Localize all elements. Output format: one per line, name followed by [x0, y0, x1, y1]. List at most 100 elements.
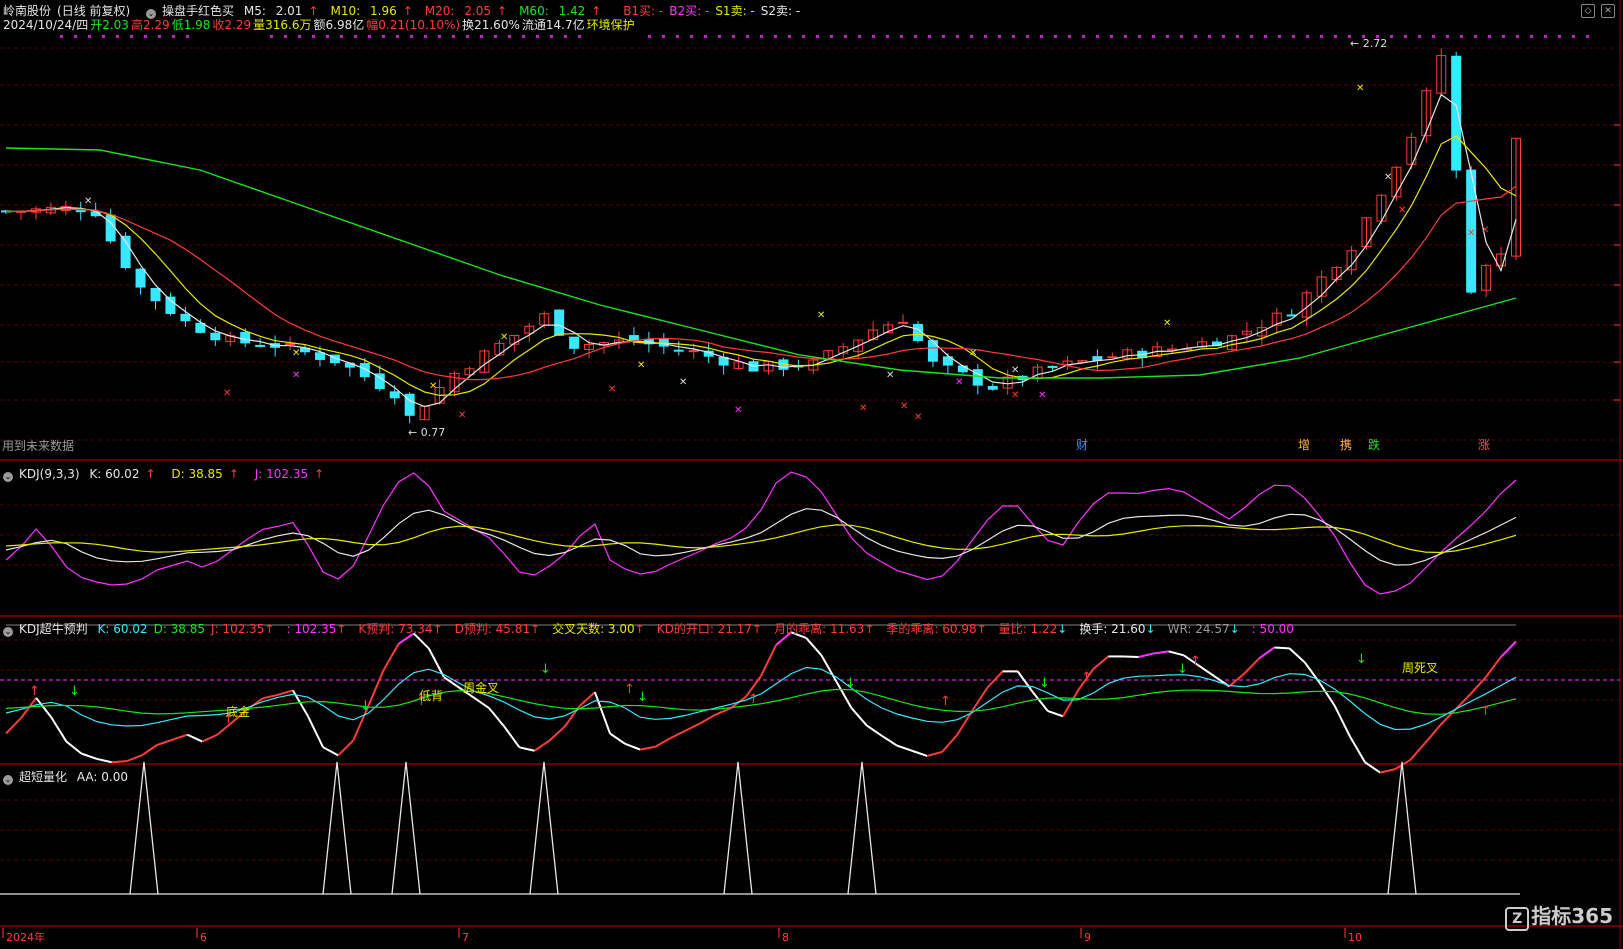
event-label-0: 财 [1076, 438, 1088, 452]
collapse-icon[interactable]: ⌄ [3, 627, 13, 637]
future-data-note: 用到未来数据 [2, 439, 75, 453]
signal-dot [718, 35, 721, 38]
quant-spike [723, 761, 753, 895]
signal-dot [1250, 35, 1253, 38]
signal-dot [550, 35, 553, 38]
kdj-bull-item-3: : 102.35↑ [286, 622, 347, 636]
signal-dot [74, 35, 77, 38]
signal-dot [760, 35, 763, 38]
kdj-bull-j-segment [926, 750, 943, 757]
signal-dot [508, 35, 511, 38]
signal-dot [1138, 35, 1141, 38]
kdj-bull-item-10: 量比: 1.22↓ [998, 622, 1068, 636]
signal-dot [158, 35, 161, 38]
signal-dot [1040, 35, 1043, 38]
kdj-bull-j-segment [141, 744, 158, 757]
signal-dot [1194, 35, 1197, 38]
kdj-bull-item-7: KD的开口: 21.17↑ [656, 622, 763, 636]
event-label-1: 增 [1298, 438, 1310, 452]
signal-dot [1124, 35, 1127, 38]
signal-arrow: ↑ [1480, 704, 1491, 719]
kdj-bull-j-segment [1288, 647, 1306, 663]
signal-dot [298, 35, 301, 38]
candle-body [569, 336, 580, 349]
signal-dot [872, 35, 875, 38]
cross-marker: ✕ [500, 332, 508, 343]
kdj-bull-j-segment [35, 697, 53, 719]
kdj-bull-j-segment [322, 746, 339, 757]
kdj-bull-j-segment [1062, 689, 1079, 717]
candle-body [240, 332, 251, 344]
cross-marker: ✕ [734, 405, 742, 416]
cross-marker: ✕ [969, 348, 977, 359]
time-axis-label-1: 6 [200, 931, 207, 944]
kdj-bull-item-2: J: 102.35↑ [211, 622, 275, 636]
kdj-bull-j-segment [548, 725, 566, 742]
candle-body [314, 352, 325, 360]
signal-dot [676, 35, 679, 38]
kdj-bull-j-segment [1198, 664, 1215, 677]
candle-body [1047, 365, 1058, 368]
kdj-bull-label-1: 低背 [419, 689, 443, 703]
signal-dot [1572, 35, 1575, 38]
kdj-bull-item-0: K: 60.02 [97, 622, 148, 636]
kdj-bull-j-segment [685, 722, 702, 732]
time-axis-label-4: 9 [1084, 931, 1091, 944]
quant-spike [847, 761, 877, 895]
ma10-line [5, 135, 1517, 397]
signal-arrow: ↑ [748, 692, 759, 707]
kdj-bull-title[interactable]: KDJ超牛预判 [19, 622, 88, 636]
cross-marker: ✕ [458, 410, 466, 421]
quant-spike [391, 761, 421, 895]
signal-dot [1446, 35, 1449, 38]
signal-arrow: ↑ [1081, 670, 1092, 685]
signal-dot [312, 35, 315, 38]
signal-dot [1110, 35, 1113, 38]
signal-dot [1586, 35, 1589, 38]
kdj-bull-j-segment [1333, 705, 1351, 737]
signal-dot [340, 35, 343, 38]
kdj-bull-j-segment [156, 738, 173, 746]
kdj-bull-item-9: 季的乖离: 60.98↑ [886, 622, 987, 636]
kdj-bull-j-segment [805, 637, 823, 656]
quant-spike [1387, 761, 1417, 895]
signal-arrow: ↓ [1039, 676, 1050, 691]
kdj-title[interactable]: KDJ(9,3,3) [19, 467, 80, 481]
quant-title[interactable]: 超短量化 [19, 770, 67, 784]
collapse-icon[interactable]: ⌄ [3, 775, 13, 785]
kdj-bull-item-12: WR: 24.57↓ [1167, 622, 1240, 636]
candle-body [898, 321, 909, 324]
signal-dot [984, 35, 987, 38]
signal-dot [1460, 35, 1463, 38]
signal-dot [690, 35, 693, 38]
kdj-bull-j-segment [1454, 693, 1472, 711]
quant-panel-header: ⌄ 超短量化 AA: 0.00 [3, 770, 134, 785]
kdj-bull-item-13: : 50.00 [1251, 622, 1294, 636]
signal-dot [494, 35, 497, 38]
signal-dot [1222, 35, 1225, 38]
signal-dot [1558, 35, 1561, 38]
cross-marker: ✕ [1038, 390, 1046, 401]
quant-spike [529, 761, 559, 895]
signal-dot [1320, 35, 1323, 38]
candle-body [554, 309, 565, 336]
cross-marker: ✕ [679, 377, 687, 388]
cross-marker: ✕ [637, 360, 645, 371]
kdj-bull-j-segment [427, 647, 445, 678]
event-label-3: 跌 [1368, 437, 1380, 452]
collapse-icon[interactable]: ⌄ [3, 472, 13, 482]
signal-arrow: ↓ [69, 684, 80, 699]
kdj-bull-j-segment [1274, 646, 1290, 650]
kdj-k-value: K: 60.02 ↑ [89, 467, 156, 481]
signal-dot [1012, 35, 1015, 38]
kdj-bull-j-segment [519, 746, 535, 752]
kdj-bull-j-segment [624, 742, 641, 751]
candle-body [957, 365, 968, 373]
signal-dot [1208, 35, 1211, 38]
kdj-bull-item-11: 换手: 21.60↓ [1079, 622, 1156, 636]
signal-dot [1096, 35, 1099, 38]
kdj-bull-j-segment [866, 724, 883, 737]
signal-dot [102, 35, 105, 38]
signal-dot [1530, 35, 1533, 38]
kdj-bull-j-segment [81, 752, 97, 760]
